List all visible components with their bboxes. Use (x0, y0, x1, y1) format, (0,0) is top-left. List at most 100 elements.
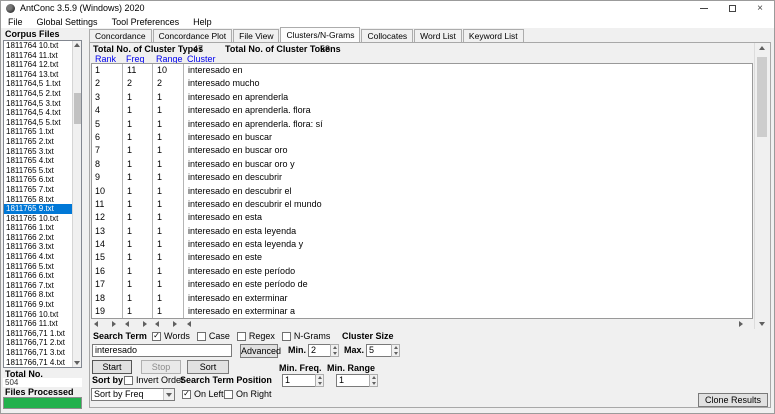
table-cell[interactable]: interesado en esta (185, 211, 752, 224)
checkbox-icon[interactable] (282, 332, 291, 341)
table-cell[interactable]: interesado en exterminar (185, 292, 752, 305)
table-cell[interactable]: 8 (92, 158, 122, 171)
corpus-file-item[interactable]: 1811766 9.txt (4, 300, 72, 310)
table-cell[interactable]: interesado en esta leyenda y (185, 238, 752, 251)
corpus-file-item[interactable]: 1811765 1.txt (4, 127, 72, 137)
corpus-file-item[interactable]: 1811766,71 3.txt (4, 348, 72, 358)
scroll-left-icon[interactable] (125, 321, 129, 327)
table-cell[interactable]: 1 (124, 251, 152, 264)
table-cell[interactable]: interesado en este período de (185, 278, 752, 291)
table-cell[interactable]: 6 (92, 131, 122, 144)
spin-up-icon[interactable] (372, 376, 376, 379)
table-cell[interactable]: interesado en exterminar a (185, 305, 752, 318)
scroll-right-icon[interactable] (112, 321, 116, 327)
tab-clusters-n-grams[interactable]: Clusters/N-Grams (280, 27, 360, 42)
corpus-file-list[interactable]: 1811764 10.txt1811764 11.txt1811764 12.t… (3, 40, 82, 368)
corpus-file-item[interactable]: 1811766 2.txt (4, 233, 72, 243)
table-cell[interactable]: 12 (92, 211, 122, 224)
tab-concordance[interactable]: Concordance (89, 29, 152, 42)
corpus-file-item[interactable]: 1811766 11.txt (4, 319, 72, 329)
table-cell[interactable]: 1 (124, 144, 152, 157)
advanced-button[interactable]: Advanced (240, 344, 278, 358)
table-cell[interactable]: 1 (154, 185, 183, 198)
scroll-thumb[interactable] (74, 93, 81, 124)
table-cell[interactable]: 1 (154, 305, 183, 318)
table-cell[interactable]: 1 (124, 292, 152, 305)
spin-up-icon[interactable] (394, 346, 398, 349)
table-cell[interactable]: interesado en aprenderla (185, 91, 752, 104)
table-cell[interactable]: 1 (154, 198, 183, 211)
table-cell[interactable]: 11 (92, 198, 122, 211)
n-grams-checkbox[interactable]: N-Grams (282, 331, 331, 341)
corpus-file-item[interactable]: 1811766 8.txt (4, 290, 72, 300)
scroll-up-icon[interactable] (759, 46, 765, 50)
table-cell[interactable]: 1 (154, 211, 183, 224)
checkbox-icon[interactable] (237, 332, 246, 341)
table-cell[interactable]: 18 (92, 292, 122, 305)
table-cell[interactable]: 19 (92, 305, 122, 318)
table-cell[interactable]: 1 (124, 171, 152, 184)
scroll-left-icon[interactable] (155, 321, 159, 327)
v-scrollbar[interactable] (754, 43, 768, 329)
on-right-checkbox[interactable]: On Right (224, 389, 272, 399)
table-cell[interactable]: 1 (154, 171, 183, 184)
table-cell[interactable]: interesado en descubrir (185, 171, 752, 184)
spin-up-icon[interactable] (318, 376, 322, 379)
scroll-left-icon[interactable] (94, 321, 98, 327)
corpus-file-item[interactable]: 1811764 12.txt (4, 60, 72, 70)
table-cell[interactable]: interesado en aprenderla. flora: sí (185, 118, 752, 131)
table-cell[interactable]: 1 (124, 158, 152, 171)
corpus-file-item[interactable]: 1811765 4.txt (4, 156, 72, 166)
table-cell[interactable]: interesado en este (185, 251, 752, 264)
table-cell[interactable]: 2 (154, 77, 183, 90)
cluster-size-max-stepper[interactable]: 5 (366, 344, 400, 357)
min-freq-stepper[interactable]: 1 (282, 374, 324, 387)
invert-order-checkbox[interactable]: Invert Order (124, 375, 184, 385)
checkbox-icon[interactable] (152, 332, 161, 341)
table-cell[interactable]: interesado en buscar (185, 131, 752, 144)
corpus-file-item[interactable]: 1811766 1.txt (4, 223, 72, 233)
corpus-file-item[interactable]: 1811765 8.txt (4, 195, 72, 205)
minimize-button[interactable] (690, 1, 718, 16)
search-input[interactable]: interesado (92, 344, 232, 357)
corpus-file-item[interactable]: 1811765 5.txt (4, 166, 72, 176)
corpus-file-item[interactable]: 1811764 10.txt (4, 41, 72, 51)
table-cell[interactable]: 1 (124, 211, 152, 224)
table-cell[interactable]: 1 (154, 278, 183, 291)
table-cell[interactable]: 1 (154, 225, 183, 238)
table-cell[interactable]: 1 (124, 118, 152, 131)
checkbox-icon[interactable] (197, 332, 206, 341)
table-cell[interactable]: 10 (92, 185, 122, 198)
table-cell[interactable]: interesado en esta leyenda (185, 225, 752, 238)
corpus-file-item[interactable]: 1811764 11.txt (4, 51, 72, 61)
table-cell[interactable]: 5 (92, 118, 122, 131)
corpus-file-item[interactable]: 1811765 6.txt (4, 175, 72, 185)
sort-button[interactable]: Sort (187, 360, 229, 374)
spin-up-icon[interactable] (333, 346, 337, 349)
table-cell[interactable]: 1 (154, 104, 183, 117)
corpus-file-item[interactable]: 1811764,5 4.txt (4, 108, 72, 118)
table-cell[interactable]: 11 (124, 64, 152, 77)
table-cell[interactable]: interesado en este período (185, 265, 752, 278)
table-cell[interactable]: 17 (92, 278, 122, 291)
corpus-file-item[interactable]: 1811766,71 1.txt (4, 329, 72, 339)
scroll-down-icon[interactable] (759, 322, 765, 326)
checkbox-icon[interactable] (182, 390, 191, 399)
menu-file[interactable]: File (1, 16, 30, 28)
table-cell[interactable]: 1 (92, 64, 122, 77)
table-cell[interactable]: 1 (124, 185, 152, 198)
table-cell[interactable]: 1 (124, 104, 152, 117)
table-cell[interactable]: 1 (154, 118, 183, 131)
corpus-file-item[interactable]: 1811766,71 4.txt (4, 358, 72, 367)
scroll-right-icon[interactable] (143, 321, 147, 327)
table-cell[interactable]: 1 (124, 225, 152, 238)
spin-down-icon[interactable] (394, 352, 398, 355)
corpus-file-item[interactable]: 1811766,71 2.txt (4, 338, 72, 348)
corpus-file-item[interactable]: 1811765 3.txt (4, 147, 72, 157)
spin-down-icon[interactable] (372, 382, 376, 385)
min-range-stepper[interactable]: 1 (336, 374, 378, 387)
corpus-file-item[interactable]: 1811766 10.txt (4, 310, 72, 320)
scroll-thumb[interactable] (757, 57, 767, 137)
corpus-file-item[interactable]: 1811764,5 5.txt (4, 118, 72, 128)
words-checkbox[interactable]: Words (152, 331, 190, 341)
